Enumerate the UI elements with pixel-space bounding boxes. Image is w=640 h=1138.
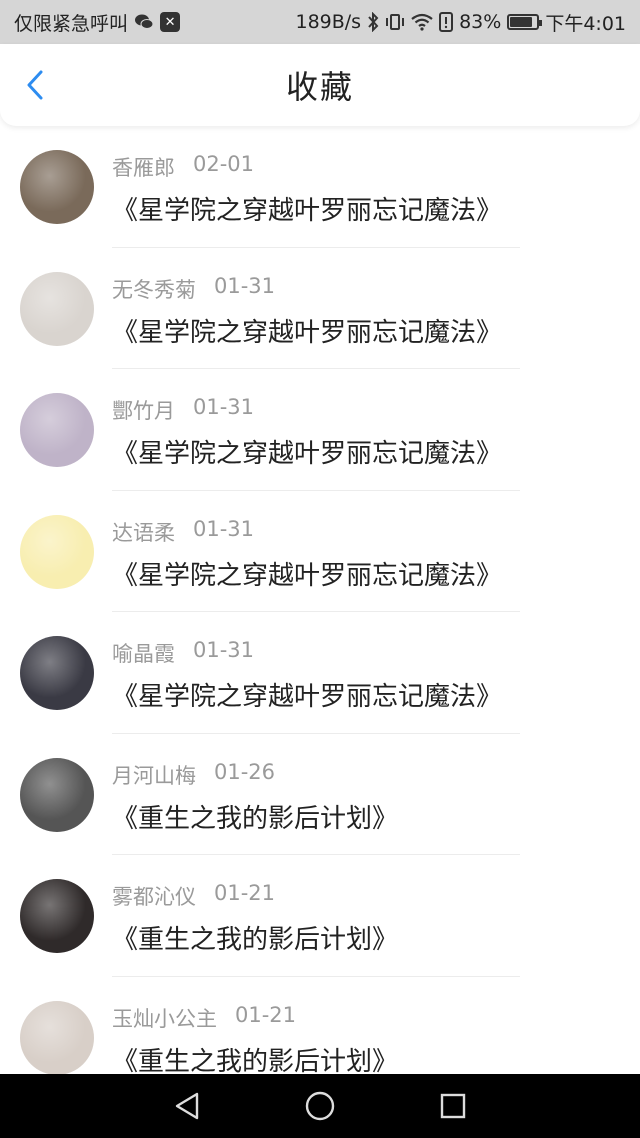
status-left: 仅限紧急呼叫 ✕ — [14, 9, 181, 36]
book-title[interactable]: 《重生之我的影后计划》 — [112, 798, 398, 835]
bluetooth-icon — [367, 12, 379, 32]
navigation-bar — [0, 1074, 640, 1138]
app-notification-icon: ✕ — [160, 12, 181, 32]
list-item[interactable]: 喻晶霞 01-31 《星学院之穿越叶罗丽忘记魔法》 — [0, 612, 640, 734]
date: 01-31 — [193, 516, 255, 541]
date: 01-31 — [214, 273, 276, 298]
carrier-text: 仅限紧急呼叫 — [14, 12, 129, 35]
item-meta: 玉灿小公主 01-21 — [112, 1003, 398, 1033]
favorites-list: 香雁郎 02-01 《星学院之穿越叶罗丽忘记魔法》 无冬秀菊 01-31 《星学院之穿越叶… — [0, 126, 640, 1098]
avatar[interactable] — [20, 1000, 94, 1075]
item-text: 雾都沁仪 01-21 《重生之我的影后计划》 — [112, 881, 398, 956]
date: 02-01 — [193, 152, 255, 176]
vibrate-icon — [385, 12, 405, 32]
list-item[interactable]: 酆竹月 01-31 《星学院之穿越叶罗丽忘记魔法》 — [0, 369, 640, 491]
item-meta: 达语柔 01-31 — [112, 517, 502, 547]
wifi-icon — [411, 13, 433, 31]
item-text: 喻晶霞 01-31 《星学院之穿越叶罗丽忘记魔法》 — [112, 638, 502, 713]
item-text: 无冬秀菊 01-31 《星学院之穿越叶罗丽忘记魔法》 — [112, 274, 502, 349]
item-meta: 酆竹月 01-31 — [112, 395, 502, 425]
clock: 下午4:01 — [545, 12, 626, 35]
item-meta: 雾都沁仪 01-21 — [112, 881, 398, 911]
item-text: 酆竹月 01-31 《星学院之穿越叶罗丽忘记魔法》 — [112, 395, 502, 470]
header: 收藏 — [0, 44, 640, 126]
battery-icon — [507, 14, 543, 30]
item-text: 月河山梅 01-26 《重生之我的影后计划》 — [112, 760, 398, 835]
username[interactable]: 达语柔 — [112, 517, 175, 547]
list-item[interactable]: 香雁郎 02-01 《星学院之穿越叶罗丽忘记魔法》 — [0, 126, 640, 248]
list-item[interactable]: 无冬秀菊 01-31 《星学院之穿越叶罗丽忘记魔法》 — [0, 248, 640, 369]
date: 01-31 — [193, 638, 255, 662]
status-right: 189B/s 83% 下午4:01 — [295, 9, 626, 36]
book-title[interactable]: 《星学院之穿越叶罗丽忘记魔法》 — [112, 190, 502, 227]
battery-percent: 83% — [459, 11, 502, 33]
book-title[interactable]: 《星学院之穿越叶罗丽忘记魔法》 — [112, 555, 502, 592]
username[interactable]: 月河山梅 — [112, 760, 196, 790]
network-speed: 189B/s — [295, 11, 362, 33]
username[interactable]: 喻晶霞 — [112, 638, 175, 668]
book-title[interactable]: 《星学院之穿越叶罗丽忘记魔法》 — [112, 676, 502, 713]
username[interactable]: 玉灿小公主 — [112, 1003, 217, 1033]
alert-icon — [439, 12, 454, 32]
wechat-icon — [134, 13, 154, 31]
item-meta: 无冬秀菊 01-31 — [112, 274, 502, 304]
book-title[interactable]: 《星学院之穿越叶罗丽忘记魔法》 — [112, 312, 502, 349]
item-meta: 月河山梅 01-26 — [112, 760, 398, 790]
avatar[interactable] — [20, 393, 94, 467]
avatar[interactable] — [20, 879, 94, 953]
book-title[interactable]: 《重生之我的影后计划》 — [112, 1041, 398, 1078]
avatar[interactable] — [20, 757, 94, 832]
date: 01-21 — [235, 1002, 297, 1027]
square-recents-icon — [441, 1093, 466, 1119]
avatar[interactable] — [20, 271, 94, 346]
list-item[interactable]: 月河山梅 01-26 《重生之我的影后计划》 — [0, 734, 640, 855]
date: 01-21 — [214, 881, 276, 905]
item-text: 玉灿小公主 01-21 《重生之我的影后计划》 — [112, 1003, 398, 1078]
username[interactable]: 无冬秀菊 — [112, 274, 196, 304]
page-title: 收藏 — [285, 68, 354, 106]
status-bar: 仅限紧急呼叫 ✕ 189B/s 83% 下午4:01 — [0, 0, 640, 44]
back-button[interactable] — [20, 70, 50, 100]
circle-home-icon — [305, 1091, 335, 1121]
avatar[interactable] — [20, 514, 94, 589]
item-text: 香雁郎 02-01 《星学院之穿越叶罗丽忘记魔法》 — [112, 152, 502, 227]
nav-home-button[interactable] — [300, 1086, 340, 1126]
book-title[interactable]: 《重生之我的影后计划》 — [112, 919, 398, 956]
nav-recents-button[interactable] — [433, 1086, 473, 1126]
username[interactable]: 雾都沁仪 — [112, 881, 196, 911]
list-item[interactable]: 达语柔 01-31 《星学院之穿越叶罗丽忘记魔法》 — [0, 491, 640, 612]
avatar[interactable] — [20, 150, 94, 224]
username[interactable]: 酆竹月 — [112, 395, 175, 425]
list-item[interactable]: 雾都沁仪 01-21 《重生之我的影后计划》 — [0, 855, 640, 977]
item-text: 达语柔 01-31 《星学院之穿越叶罗丽忘记魔法》 — [112, 517, 502, 592]
nav-back-button[interactable] — [167, 1086, 207, 1126]
chevron-left-icon — [27, 70, 43, 100]
item-meta: 喻晶霞 01-31 — [112, 638, 502, 668]
book-title[interactable]: 《星学院之穿越叶罗丽忘记魔法》 — [112, 433, 502, 470]
avatar[interactable] — [20, 636, 94, 710]
username[interactable]: 香雁郎 — [112, 152, 175, 182]
battery-level — [510, 17, 532, 27]
date: 01-26 — [214, 759, 276, 784]
item-meta: 香雁郎 02-01 — [112, 152, 502, 182]
date: 01-31 — [193, 395, 255, 419]
triangle-back-icon — [175, 1092, 198, 1120]
